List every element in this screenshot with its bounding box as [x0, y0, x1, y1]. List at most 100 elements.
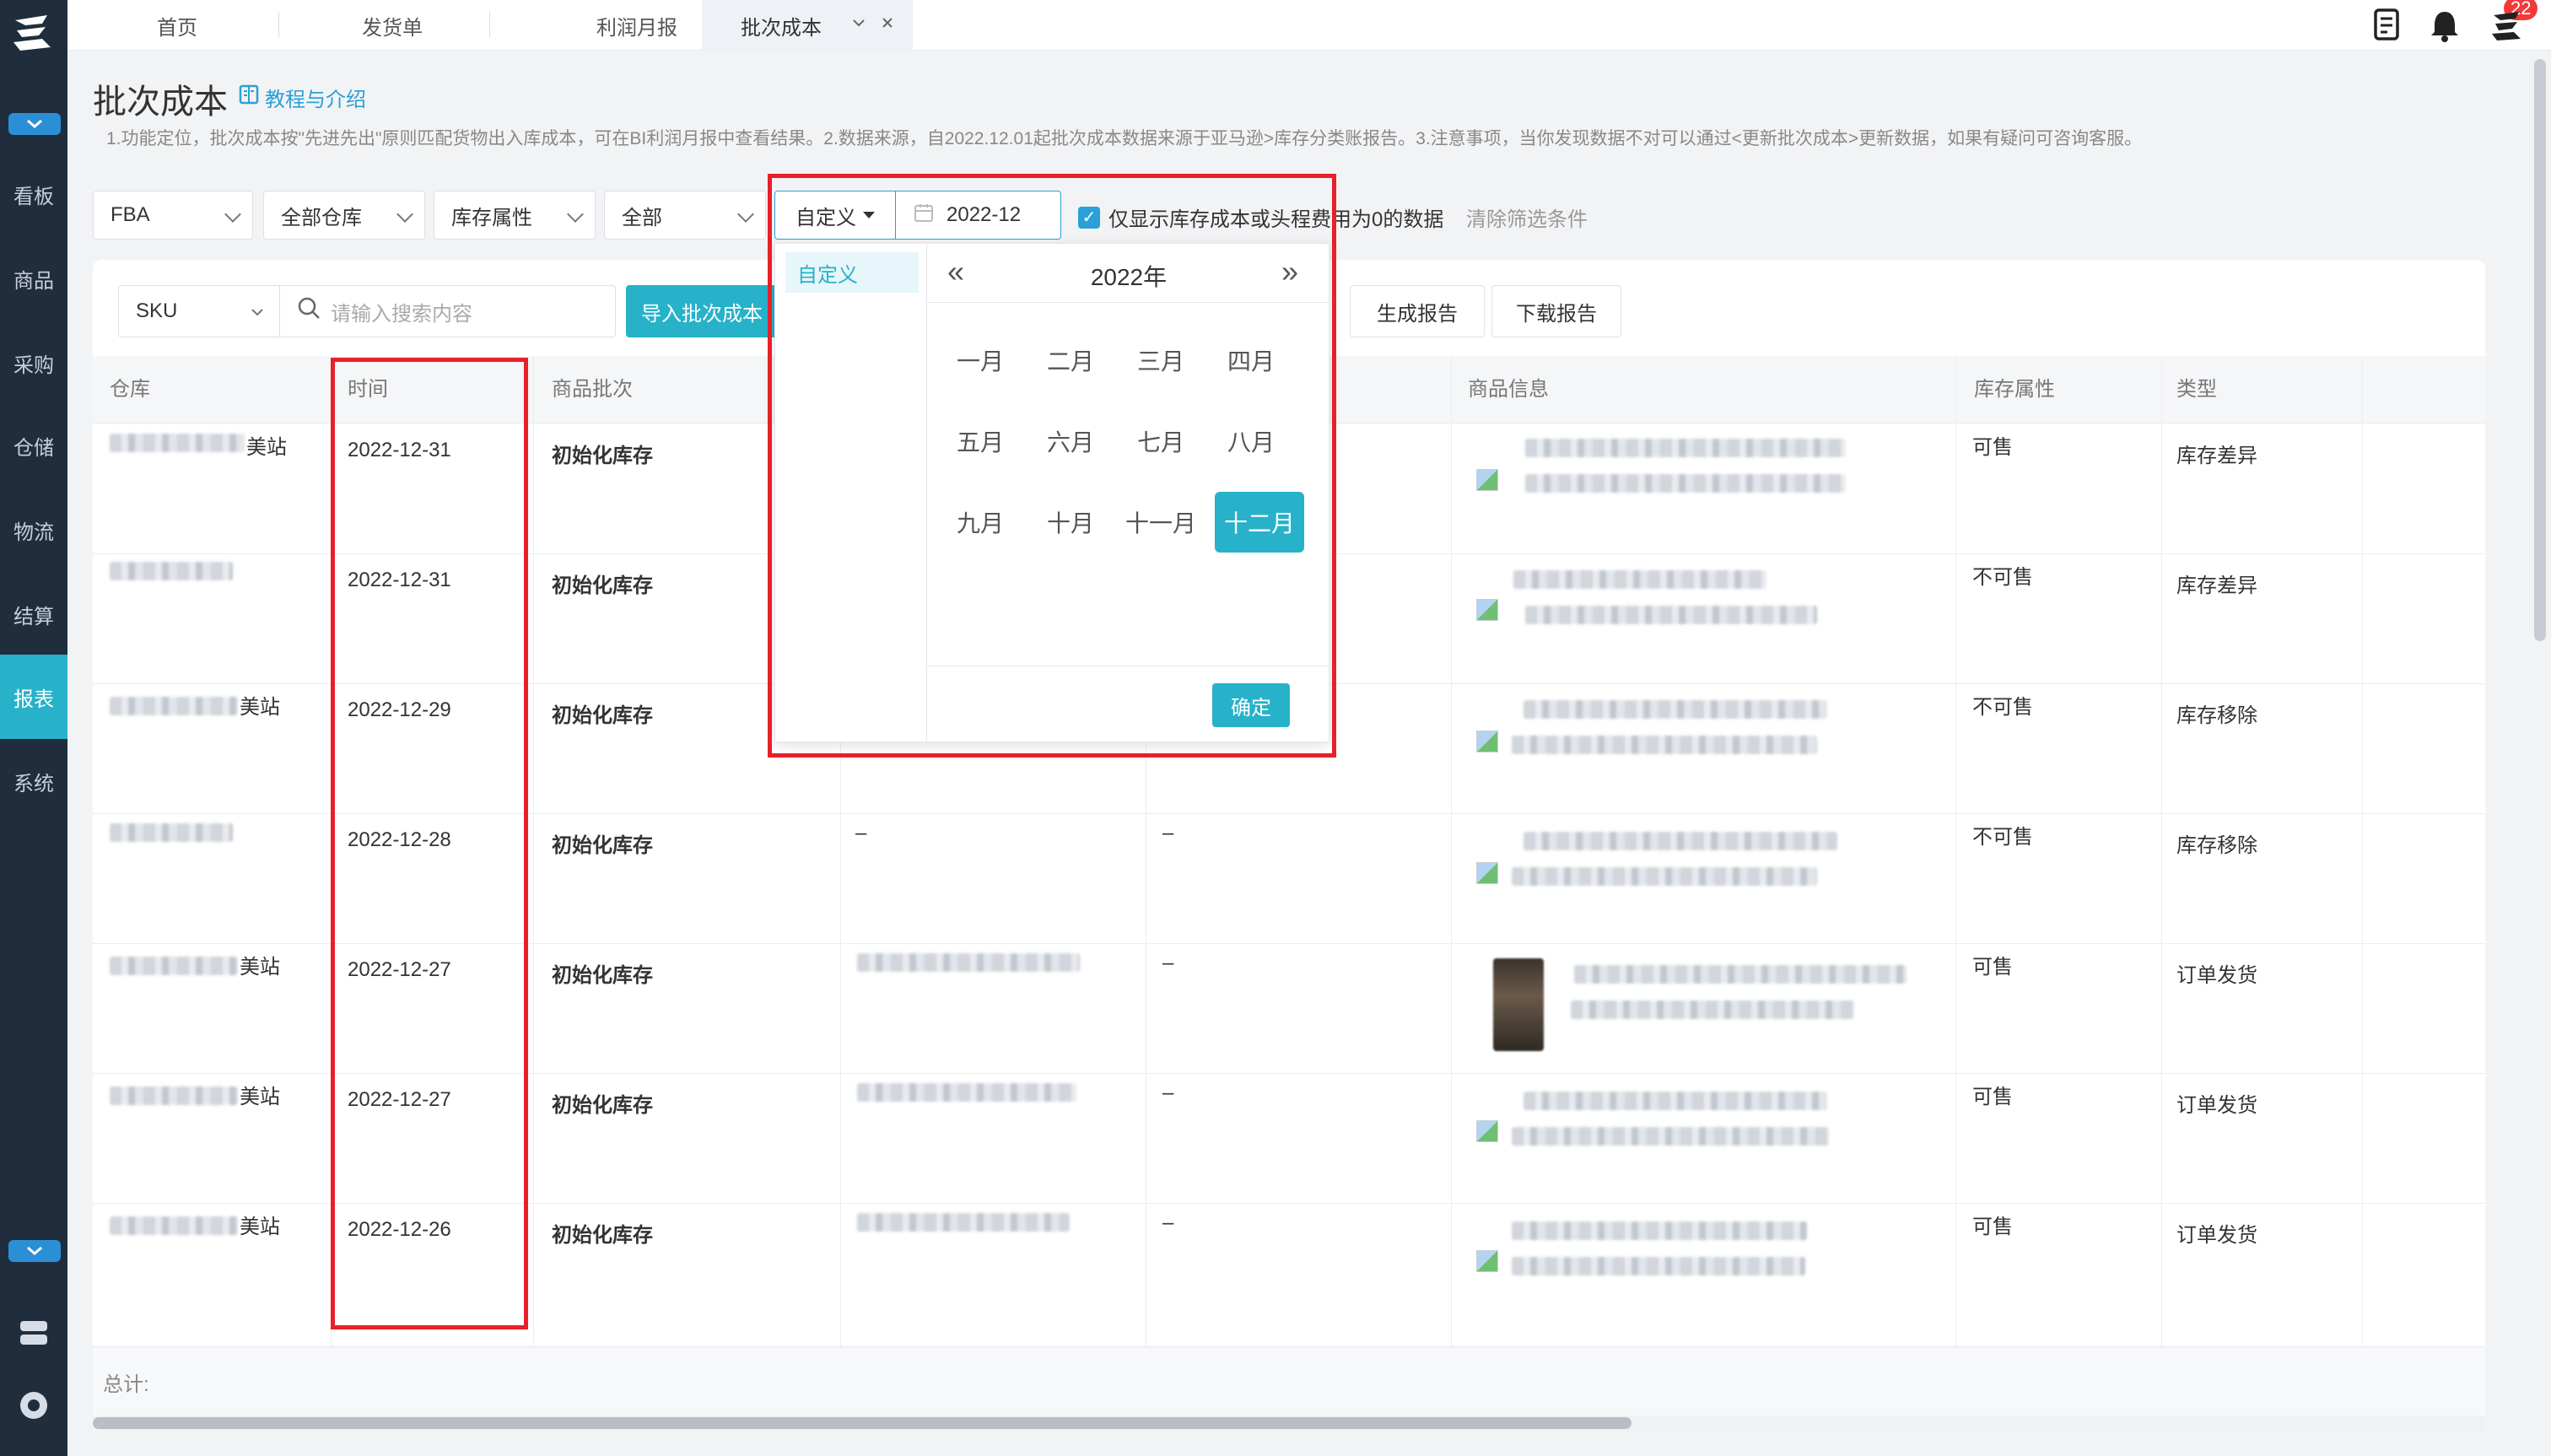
- search-field-select[interactable]: SKU: [118, 285, 280, 337]
- search-input[interactable]: 请输入搜索内容: [280, 285, 616, 337]
- annotation-box-date-picker: [768, 174, 1336, 758]
- empty-value: –: [1162, 952, 1174, 974]
- empty-value: –: [1162, 1211, 1174, 1234]
- blurred-warehouse: [110, 823, 233, 842]
- blurred-product-sku: [1525, 474, 1846, 493]
- tab-home[interactable]: 首页: [93, 0, 262, 51]
- stock-attr-cell: 可售: [1972, 1086, 2013, 1108]
- warehouse-select[interactable]: 全部仓库: [263, 191, 425, 240]
- column-header-warehouse[interactable]: 仓库: [110, 356, 150, 423]
- support-icon[interactable]: [15, 1387, 52, 1424]
- product-thumbnail[interactable]: [1476, 469, 1498, 491]
- blurred-product-title: [1524, 832, 1837, 850]
- column-header-product-info[interactable]: 商品信息: [1468, 356, 1549, 423]
- book-icon: [238, 84, 260, 111]
- empty-value: –: [855, 822, 867, 844]
- column-header-batch[interactable]: 商品批次: [552, 356, 633, 423]
- nav-system[interactable]: 系统: [0, 739, 67, 823]
- search-placeholder: 请输入搜索内容: [331, 302, 472, 326]
- warehouse-suffix: 美站: [246, 436, 287, 459]
- scrollbar-thumb[interactable]: [93, 1417, 1631, 1429]
- blurred-batch-code: [857, 953, 1080, 972]
- blurred-warehouse: [110, 1087, 238, 1105]
- horizontal-scrollbar[interactable]: [93, 1416, 2485, 1431]
- select-value: 全部: [622, 206, 662, 229]
- blurred-product-title: [1525, 439, 1846, 457]
- app-logo-icon[interactable]: [8, 8, 57, 57]
- store-icon[interactable]: [15, 1314, 52, 1351]
- page-notice: 1.功能定位，批次成本按"先进先出"原则匹配货物出入库成本，可在BI利润月报中查…: [106, 129, 2143, 148]
- nav-settlement[interactable]: 结算: [0, 572, 67, 656]
- page-title: 批次成本: [93, 84, 228, 121]
- clear-filters-link[interactable]: 清除筛选条件: [1466, 202, 1588, 232]
- nav-label: 看板: [13, 185, 54, 208]
- chevron-down-icon: [396, 206, 413, 223]
- column-divider: [1955, 356, 1956, 1416]
- search-icon: [297, 296, 322, 327]
- nav-reports[interactable]: 报表: [0, 655, 67, 739]
- nav-logistics[interactable]: 物流: [0, 488, 67, 572]
- stock-attr-cell: 不可售: [1972, 696, 2033, 719]
- blurred-product-sku: [1525, 606, 1817, 624]
- nav-label: 仓储: [13, 436, 54, 460]
- bell-icon[interactable]: [2424, 5, 2465, 46]
- batch-cell: 初始化库存: [552, 445, 653, 467]
- blurred-product-sku: [1512, 736, 1817, 754]
- vertical-scrollbar[interactable]: [2534, 59, 2546, 641]
- tab-shipment[interactable]: 发货单: [295, 0, 489, 51]
- tab-divider: [489, 12, 490, 37]
- blurred-product-title: [1524, 700, 1827, 719]
- warehouse-suffix: 美站: [240, 1216, 280, 1238]
- type-cell: 库存差异: [2176, 445, 2257, 467]
- guide-link[interactable]: 教程与介绍: [238, 83, 366, 112]
- type-cell: 订单发货: [2176, 1224, 2257, 1247]
- stock-attr-cell: 可售: [1972, 1216, 2013, 1238]
- product-thumbnail[interactable]: [1476, 599, 1498, 621]
- blurred-warehouse: [110, 562, 233, 580]
- type-cell: 订单发货: [2176, 964, 2257, 987]
- nav-purchase[interactable]: 采购: [0, 321, 67, 405]
- stock-attr-select[interactable]: 库存属性: [434, 191, 596, 240]
- chevron-down-icon[interactable]: [850, 13, 867, 37]
- nav-label: 结算: [13, 605, 54, 628]
- document-icon[interactable]: [2367, 5, 2408, 46]
- stock-attr-cell: 可售: [1972, 436, 2013, 459]
- product-image[interactable]: [1493, 958, 1544, 1051]
- nav-products[interactable]: 商品: [0, 236, 67, 321]
- stock-attr-cell: 不可售: [1972, 566, 2033, 589]
- product-thumbnail[interactable]: [1476, 862, 1498, 884]
- download-report-button[interactable]: 下载报告: [1491, 285, 1621, 337]
- product-thumbnail[interactable]: [1476, 1250, 1498, 1272]
- expand-more-icon[interactable]: [8, 1240, 61, 1262]
- chevron-down-icon: [737, 206, 754, 223]
- collapse-icon[interactable]: [8, 113, 61, 135]
- blurred-warehouse: [110, 434, 245, 452]
- tab-bar: 首页 发货单 利润月报 批次成本 22: [67, 0, 2551, 51]
- chevron-down-icon: [224, 206, 241, 223]
- product-thumbnail[interactable]: [1476, 1120, 1498, 1142]
- tab-batch-cost[interactable]: 批次成本: [702, 0, 913, 51]
- import-batch-cost-button[interactable]: 导入批次成本: [626, 285, 778, 337]
- blurred-batch-code: [857, 1083, 1076, 1102]
- channel-select[interactable]: FBA: [93, 191, 253, 240]
- total-label: 总计:: [103, 1373, 149, 1396]
- select-value: SKU: [136, 299, 178, 322]
- nav-warehouse[interactable]: 仓储: [0, 403, 67, 488]
- select-value: 全部仓库: [281, 206, 362, 229]
- column-header-type[interactable]: 类型: [2176, 356, 2217, 423]
- tab-label: 批次成本: [741, 16, 822, 40]
- blurred-product-title: [1524, 1092, 1827, 1110]
- select-value: 库存属性: [451, 206, 532, 229]
- all-select[interactable]: 全部: [604, 191, 766, 240]
- empty-value: –: [1162, 1081, 1174, 1104]
- close-icon[interactable]: [879, 13, 896, 37]
- generate-report-button[interactable]: 生成报告: [1350, 285, 1485, 337]
- nav-label: 采购: [13, 353, 54, 377]
- column-header-stock-attr[interactable]: 库存属性: [1974, 356, 2055, 423]
- user-logo-icon[interactable]: [2487, 5, 2527, 46]
- nav-label: 系统: [13, 772, 54, 795]
- nav-dashboard[interactable]: 看板: [0, 152, 67, 236]
- column-divider: [2161, 356, 2162, 1416]
- product-thumbnail[interactable]: [1476, 731, 1498, 752]
- chevron-down-icon: [567, 206, 584, 223]
